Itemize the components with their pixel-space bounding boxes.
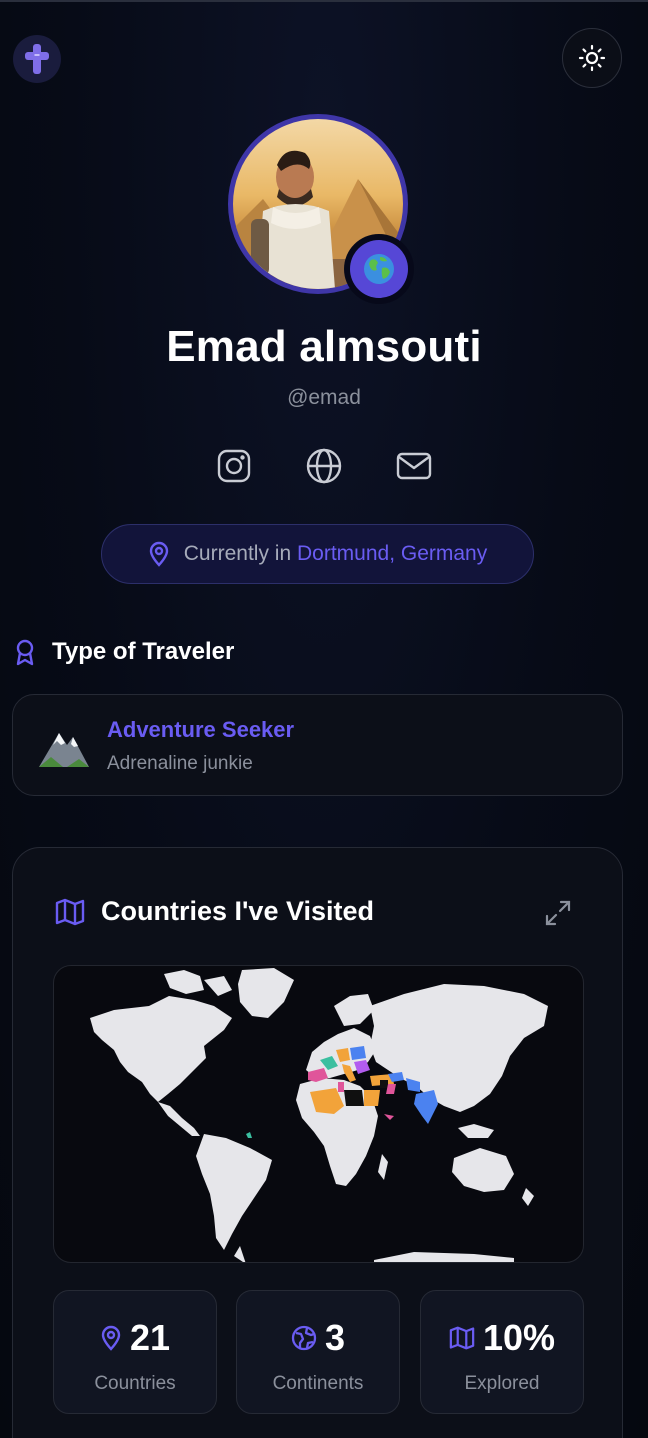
world-map-graphic — [90, 968, 548, 1262]
instagram-link[interactable] — [214, 446, 254, 486]
visited-india — [414, 1090, 438, 1124]
visited-poland — [350, 1046, 366, 1060]
sun-icon — [578, 44, 606, 72]
traveler-type-title: Adventure Seeker — [107, 717, 295, 742]
traveler-type-card[interactable]: Adventure Seeker Adrenaline junkie — [12, 694, 623, 796]
map-asia — [370, 984, 548, 1112]
map-north-america — [90, 996, 232, 1102]
location-city[interactable]: Dortmund, Germany — [297, 542, 487, 565]
social-links — [214, 446, 434, 486]
earth-icon — [291, 1325, 317, 1351]
stat-countries: 21 Countries — [53, 1290, 217, 1414]
stat-countries-value: 21 — [129, 1317, 171, 1358]
website-link[interactable] — [304, 446, 344, 486]
countries-section-header: Countries I've Visited — [55, 896, 374, 927]
instagram-icon — [217, 449, 251, 483]
map-icon — [449, 1326, 475, 1350]
expand-icon[interactable] — [543, 898, 573, 928]
mail-icon — [396, 452, 432, 480]
countries-section-title: Countries I've Visited — [101, 896, 375, 926]
map-pin-icon — [101, 1325, 121, 1351]
visited-caribbean — [246, 1132, 252, 1138]
app-logo[interactable] — [13, 35, 61, 83]
visited-egypt — [364, 1090, 380, 1106]
stat-explored-value: 10% — [482, 1317, 556, 1358]
avatar-badge — [344, 234, 414, 304]
location-prefix: Currently in — [183, 542, 292, 565]
stat-continents-value: 3 — [324, 1317, 346, 1358]
traveler-section-title: Type of Traveler — [52, 638, 235, 665]
mountain-emoji-icon — [39, 733, 89, 767]
stat-countries-label: Countries — [94, 1373, 176, 1394]
map-greenland — [238, 968, 294, 1018]
visited-syria — [380, 1080, 388, 1088]
theme-toggle-button[interactable] — [562, 28, 622, 88]
globe-icon — [306, 448, 342, 484]
map-icon — [55, 898, 85, 925]
current-location: Currently in Dortmund, Germany — [101, 524, 534, 584]
stat-continents: 3 Continents — [236, 1290, 400, 1414]
globe-emoji-icon — [364, 254, 394, 284]
traveler-type-subtitle: Adrenaline junkie — [107, 753, 253, 774]
profile-handle: @emad — [287, 386, 361, 409]
window-top-border — [0, 0, 648, 2]
award-ribbon-icon — [16, 639, 34, 666]
stat-explored-label: Explored — [464, 1373, 540, 1394]
visited-libya — [344, 1090, 364, 1106]
countries-visited-card: Countries I've Visited 21 Countries 3 Co… — [12, 847, 623, 1438]
cross-logo-icon — [25, 44, 49, 74]
visited-yemen — [384, 1114, 394, 1120]
map-south-america — [196, 1134, 272, 1250]
visited-tunisia — [338, 1082, 344, 1092]
stat-continents-label: Continents — [272, 1373, 364, 1394]
world-map[interactable] — [53, 965, 584, 1263]
map-australia — [452, 1148, 514, 1192]
traveler-section-header: Type of Traveler — [14, 638, 234, 666]
profile-name: Emad almsouti — [166, 322, 482, 371]
stat-explored: 10% Explored — [420, 1290, 584, 1414]
map-pin-icon — [149, 541, 168, 567]
email-link[interactable] — [394, 446, 434, 486]
